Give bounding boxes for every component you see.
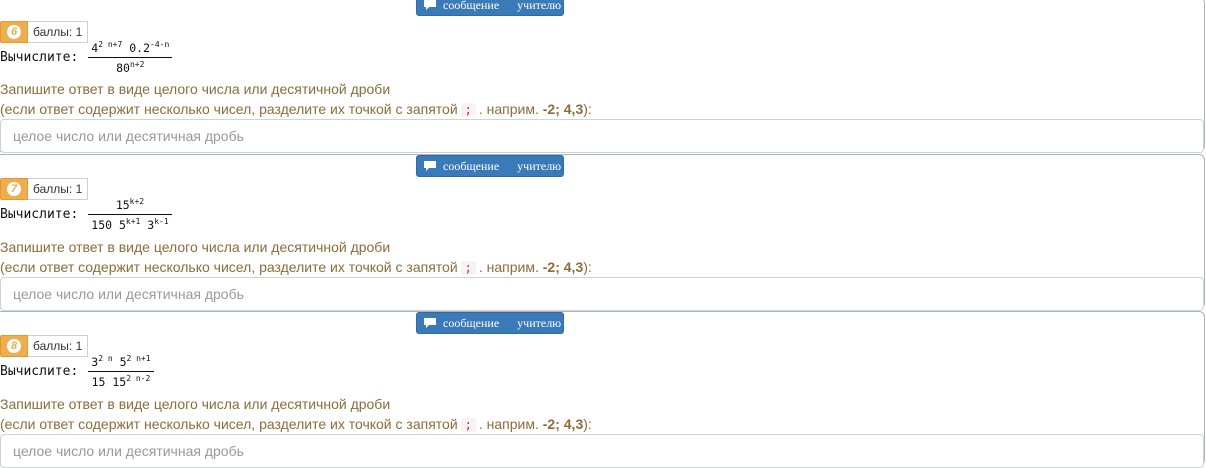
task-card-6: сообщение учителю 6 баллы: 1 Вычислите: … xyxy=(0,0,1205,153)
hint-line-1: Запишите ответ в виде целого числа или д… xyxy=(0,396,391,412)
expression-row: Вычислите: 32 n 52 n+1 15 152 n-2 xyxy=(0,354,154,389)
example-values: -2; 4,3 xyxy=(542,101,584,117)
hint-line-2: (если ответ содержит несколько чисел, ра… xyxy=(0,416,592,432)
numerator: 42 n+7 0.2-4-n xyxy=(91,40,170,55)
fraction: 15k+2 150 5k+1 3k-1 xyxy=(88,197,172,232)
hint-line-1: Запишите ответ в виде целого числа или д… xyxy=(0,81,391,97)
message-teacher-label: сообщение учителю xyxy=(443,158,562,173)
expression-row: Вычислите: 42 n+7 0.2-4-n 80n+2 xyxy=(0,40,173,75)
hint-line-2: (если ответ содержит несколько чисел, ра… xyxy=(0,259,592,275)
example-values: -2; 4,3 xyxy=(542,416,584,432)
separator-code: ; xyxy=(460,418,476,432)
message-teacher-label: сообщение учителю xyxy=(443,0,562,12)
speech-bubble-icon xyxy=(424,0,436,10)
calc-label: Вычислите: xyxy=(0,364,79,379)
answer-input[interactable] xyxy=(0,119,1204,153)
numerator: 32 n 52 n+1 xyxy=(91,354,151,369)
denominator: 80n+2 xyxy=(116,60,145,75)
message-teacher-button[interactable]: сообщение учителю xyxy=(416,155,564,177)
example-values: -2; 4,3 xyxy=(542,259,584,275)
task-card-7: сообщение учителю 7 баллы: 1 Вычислите: … xyxy=(0,154,1205,311)
expression-row: Вычислите: 15k+2 150 5k+1 3k-1 xyxy=(0,197,172,232)
message-teacher-label: сообщение учителю xyxy=(443,315,562,330)
fraction: 42 n+7 0.2-4-n 80n+2 xyxy=(88,40,173,75)
fraction: 32 n 52 n+1 15 152 n-2 xyxy=(88,354,154,389)
hint-line-1: Запишите ответ в виде целого числа или д… xyxy=(0,239,391,255)
separator-code: ; xyxy=(460,103,476,117)
separator-code: ; xyxy=(460,261,476,275)
denominator: 150 5k+1 3k-1 xyxy=(91,217,169,232)
speech-bubble-icon xyxy=(424,161,436,171)
hint-line-2: (если ответ содержит несколько чисел, ра… xyxy=(0,101,592,117)
calc-label: Вычислите: xyxy=(0,207,79,222)
numerator: 15k+2 xyxy=(115,197,145,212)
calc-label: Вычислите: xyxy=(0,50,79,65)
task-card-8: сообщение учителю 8 баллы: 1 Вычислите: … xyxy=(0,311,1205,468)
answer-input[interactable] xyxy=(0,277,1204,311)
message-teacher-button[interactable]: сообщение учителю xyxy=(416,0,564,16)
message-teacher-button[interactable]: сообщение учителю xyxy=(416,312,564,334)
answer-input[interactable] xyxy=(0,434,1204,468)
denominator: 15 152 n-2 xyxy=(91,374,151,389)
speech-bubble-icon xyxy=(424,318,436,328)
